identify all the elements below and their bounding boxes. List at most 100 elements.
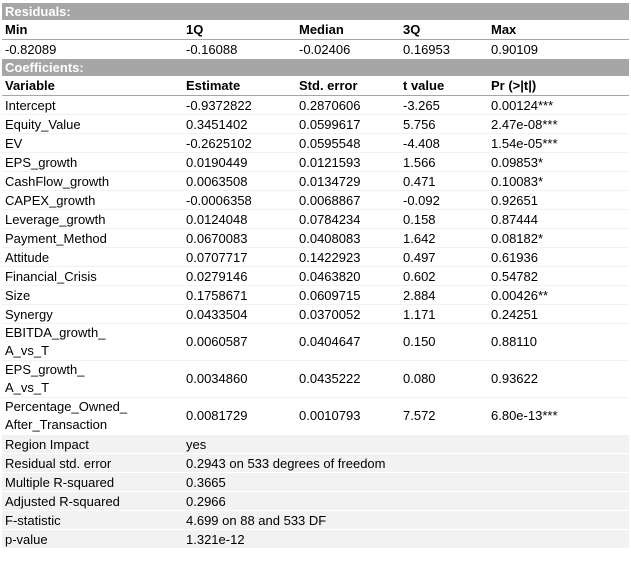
coef-t-value: 2.884	[400, 285, 488, 305]
coef-p-value: 0.24251	[488, 304, 629, 324]
coef-estimate: 0.1758671	[183, 285, 296, 305]
coefficients-title: Coefficients:	[2, 58, 629, 76]
coef-estimate: 0.0190449	[183, 152, 296, 172]
stat-value: 4.699 on 88 and 533 DF	[183, 510, 629, 530]
coef-variable-line-2: After_Transaction	[5, 417, 108, 432]
coef-estimate: 0.0081729	[183, 397, 296, 435]
coef-t-value: 7.572	[400, 397, 488, 435]
model-stat-row: Residual std. error 0.2943 on 533 degrees…	[2, 453, 629, 473]
coefficients-section-header: Coefficients:	[2, 58, 629, 76]
coef-t-value: 0.497	[400, 247, 488, 267]
stat-value: yes	[183, 434, 629, 454]
coef-variable: Leverage_growth	[2, 209, 183, 229]
coefficient-row: Attitude 0.0707717 0.1422923 0.497 0.61936	[2, 247, 629, 267]
coef-variable: Financial_Crisis	[2, 266, 183, 286]
residuals-header-row: Min 1Q Median 3Q Max	[2, 20, 629, 40]
coef-t-value: -3.265	[400, 95, 488, 115]
coef-p-value: 1.54e-05***	[488, 133, 629, 153]
coef-p-value: 0.54782	[488, 266, 629, 286]
stat-value: 0.2966	[183, 491, 629, 511]
coef-variable: EBITDA_growth_ A_vs_T	[2, 323, 183, 361]
coef-p-value: 0.00426**	[488, 285, 629, 305]
coefficients-body: Intercept -0.9372822 0.2870606 -3.265 0.0012…	[2, 95, 629, 324]
coef-estimate: 0.0433504	[183, 304, 296, 324]
coef-t-value: 0.471	[400, 171, 488, 191]
regression-results: Residuals: Min 1Q Median 3Q Max -0.82089…	[2, 2, 629, 548]
coef-std-error: 0.1422923	[296, 247, 400, 267]
coef-std-error: 0.0784234	[296, 209, 400, 229]
coef-estimate: 0.0034860	[183, 360, 296, 398]
residual-median: -0.02406	[296, 39, 400, 59]
residual-max: 0.90109	[488, 39, 629, 59]
coef-variable: Size	[2, 285, 183, 305]
coef-variable-line-1: EPS_growth_	[5, 362, 85, 377]
coef-variable: Synergy	[2, 304, 183, 324]
coef-estimate: 0.0279146	[183, 266, 296, 286]
coefficient-row: Size 0.1758671 0.0609715 2.884 0.00426**	[2, 285, 629, 305]
coef-estimate: 0.3451402	[183, 114, 296, 134]
coef-std-error: 0.2870606	[296, 95, 400, 115]
residual-min: -0.82089	[2, 39, 183, 59]
coef-estimate: 0.0060587	[183, 323, 296, 361]
coef-std-error: 0.0370052	[296, 304, 400, 324]
coefficients-wrapped-body: EBITDA_growth_ A_vs_T 0.0060587 0.0404647 0.…	[2, 323, 629, 435]
coefficient-row: EBITDA_growth_ A_vs_T 0.0060587 0.0404647 0.…	[2, 323, 629, 361]
stat-value: 0.3665	[183, 472, 629, 492]
residuals-header-3q: 3Q	[400, 20, 488, 40]
coef-p-value: 0.09853*	[488, 152, 629, 172]
residuals-header-1q: 1Q	[183, 20, 296, 40]
coef-p-value: 0.92651	[488, 190, 629, 210]
coef-estimate: 0.0670083	[183, 228, 296, 248]
coef-p-value: 0.88110	[488, 323, 629, 361]
coef-t-value: -4.408	[400, 133, 488, 153]
residuals-header-max: Max	[488, 20, 629, 40]
coef-p-value: 0.08182*	[488, 228, 629, 248]
coefficients-header-row: Variable Estimate Std. error t value Pr …	[2, 76, 629, 96]
coef-variable: Payment_Method	[2, 228, 183, 248]
model-stat-row: Region Impact yes	[2, 434, 629, 454]
coef-t-value: 1.171	[400, 304, 488, 324]
coef-variable: EV	[2, 133, 183, 153]
stat-label: Region Impact	[2, 434, 183, 454]
coef-variable: Attitude	[2, 247, 183, 267]
coef-estimate: 0.0124048	[183, 209, 296, 229]
residuals-title: Residuals:	[2, 2, 629, 20]
coef-std-error: 0.0599617	[296, 114, 400, 134]
coef-std-error: 0.0609715	[296, 285, 400, 305]
coefficient-row: EPS_growth_ A_vs_T 0.0034860 0.0435222 0.080…	[2, 360, 629, 398]
coefficient-row: Percentage_Owned_ After_Transaction 0.0081…	[2, 397, 629, 435]
stat-value: 1.321e-12	[183, 529, 629, 548]
model-stat-row: p-value 1.321e-12	[2, 529, 629, 548]
coef-variable: Equity_Value	[2, 114, 183, 134]
residuals-values-row: -0.82089 -0.16088 -0.02406 0.16953 0.901…	[2, 39, 629, 59]
coefficient-row: Financial_Crisis 0.0279146 0.0463820 0.602 0…	[2, 266, 629, 286]
coef-std-error: 0.0595548	[296, 133, 400, 153]
coef-t-value: 0.158	[400, 209, 488, 229]
coef-std-error: 0.0435222	[296, 360, 400, 398]
residual-3q: 0.16953	[400, 39, 488, 59]
coef-variable-line-2: A_vs_T	[5, 380, 50, 395]
coef-p-value: 2.47e-08***	[488, 114, 629, 134]
model-stat-row: Adjusted R-squared 0.2966	[2, 491, 629, 511]
coef-header-variable: Variable	[2, 76, 183, 96]
coefficient-row: Synergy 0.0433504 0.0370052 1.171 0.24251	[2, 304, 629, 324]
coef-std-error: 0.0408083	[296, 228, 400, 248]
results-table: Residuals: Min 1Q Median 3Q Max -0.82089…	[2, 2, 629, 548]
coefficient-row: EV -0.2625102 0.0595548 -4.408 1.54e-05***	[2, 133, 629, 153]
coefficient-row: Payment_Method 0.0670083 0.0408083 1.642 0.0…	[2, 228, 629, 248]
coef-std-error: 0.0404647	[296, 323, 400, 361]
coef-variable-line-2: A_vs_T	[5, 343, 50, 358]
model-stat-row: F-statistic 4.699 on 88 and 533 DF	[2, 510, 629, 530]
coef-estimate: -0.2625102	[183, 133, 296, 153]
stat-label: Multiple R-squared	[2, 472, 183, 492]
stat-label: Residual std. error	[2, 453, 183, 473]
coef-std-error: 0.0463820	[296, 266, 400, 286]
coef-t-value: -0.092	[400, 190, 488, 210]
residual-1q: -0.16088	[183, 39, 296, 59]
coef-t-value: 1.566	[400, 152, 488, 172]
stat-label: Adjusted R-squared	[2, 491, 183, 511]
coefficient-row: CashFlow_growth 0.0063508 0.0134729 0.471 0.…	[2, 171, 629, 191]
coefficient-row: Equity_Value 0.3451402 0.0599617 5.756 2.47e…	[2, 114, 629, 134]
coef-variable-line-1: Percentage_Owned_	[5, 399, 128, 414]
coef-variable-line-1: EBITDA_growth_	[5, 325, 106, 340]
